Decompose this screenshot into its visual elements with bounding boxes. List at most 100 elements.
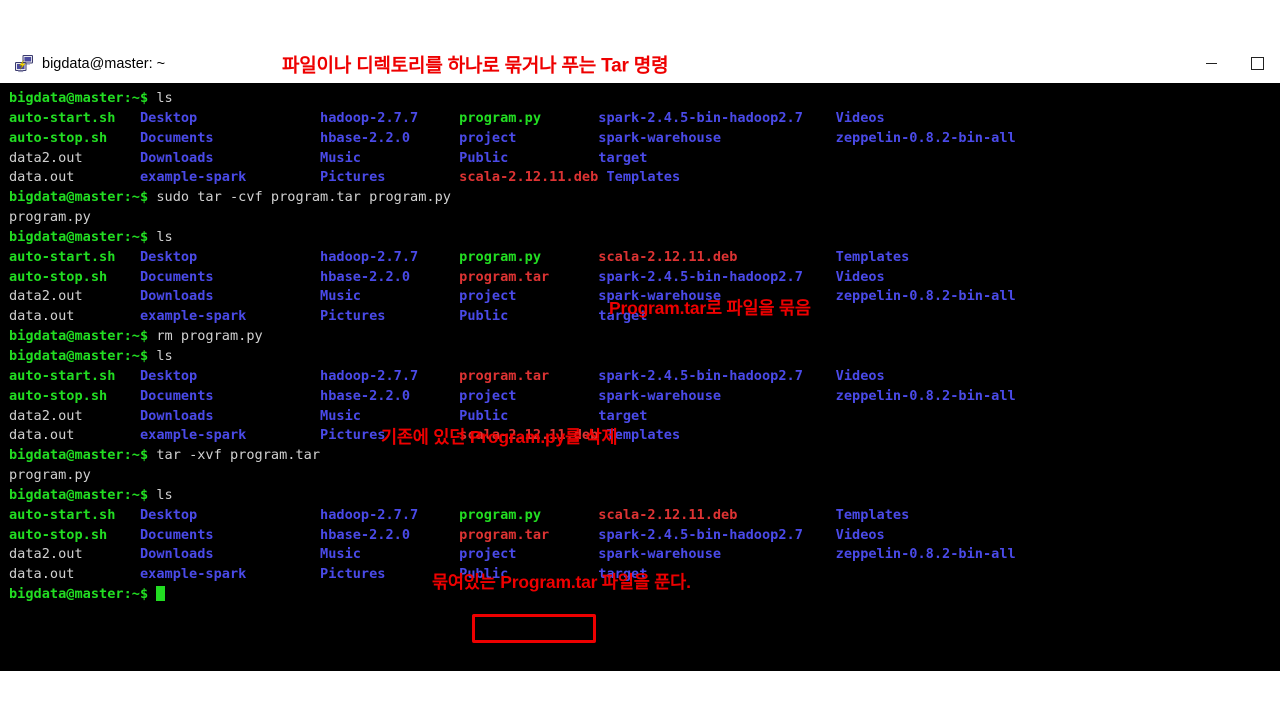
ls-entry: data.out [9, 427, 140, 444]
ls-entry: project [459, 387, 599, 404]
terminal-prompt-line: bigdata@master:~$ rm program.py [9, 327, 1280, 347]
ls-entry: zeppelin-0.8.2-bin-all [835, 387, 1016, 404]
terminal-prompt-line: bigdata@master:~$ ls [9, 89, 1280, 109]
ls-entry: hadoop-2.7.7 [320, 367, 460, 384]
ls-output-row: auto-start.sh Desktop hadoop-2.7.7 progr… [9, 109, 1280, 129]
ls-entry: auto-start.sh [9, 367, 140, 384]
ls-entry: Videos [835, 367, 885, 384]
ls-entry: Documents [139, 129, 321, 146]
ls-entry: spark-2.4.5-bin-hadoop2.7 [598, 109, 836, 126]
ls-entry: data2.out [9, 288, 140, 305]
minimize-button[interactable] [1188, 45, 1234, 82]
terminal-output-line: program.py [9, 466, 1280, 486]
shell-command: ls [156, 90, 173, 106]
ls-entry: spark-warehouse [598, 129, 836, 146]
ls-entry: example-spark [139, 169, 321, 186]
shell-prompt: bigdata@master:~$ [9, 90, 157, 106]
ls-entry: project [459, 129, 599, 146]
terminal-prompt-line: bigdata@master:~$ sudo tar -cvf program.… [9, 188, 1280, 208]
ls-entry: zeppelin-0.8.2-bin-all [835, 546, 1016, 563]
ls-output-row: data2.out Downloads Music project spark-… [9, 545, 1280, 565]
shell-prompt: bigdata@master:~$ [9, 486, 157, 503]
shell-prompt: bigdata@master:~$ [9, 347, 157, 364]
ls-entry: Downloads [139, 288, 321, 305]
ls-output-row: data.out example-spark Pictures scala-2.… [9, 426, 1280, 446]
ls-entry: Videos [835, 268, 885, 285]
ls-entry: hadoop-2.7.7 [320, 109, 460, 126]
ls-entry: Music [320, 407, 460, 424]
ls-entry: auto-stop.sh [9, 387, 140, 404]
ls-entry: zeppelin-0.8.2-bin-all [835, 129, 1016, 146]
ls-entry: hadoop-2.7.7 [320, 506, 460, 523]
ls-output-row: auto-stop.sh Documents hbase-2.2.0 proje… [9, 129, 1280, 149]
shell-prompt: bigdata@master:~$ [9, 447, 157, 464]
ls-output-row: auto-start.sh Desktop hadoop-2.7.7 progr… [9, 506, 1280, 526]
ls-entry: scala-2.12.11.deb [598, 248, 836, 265]
ls-entry: data.out [9, 308, 140, 325]
ls-entry: project [459, 288, 599, 305]
maximize-button[interactable] [1234, 45, 1280, 82]
window-controls [1188, 45, 1280, 82]
terminal-prompt-line: bigdata@master:~$ tar -xvf program.tar [9, 446, 1280, 466]
ls-entry: project [459, 546, 599, 563]
ls-entry: Desktop [139, 109, 321, 126]
ls-entry: Templates [835, 248, 910, 265]
minimize-icon [1205, 63, 1217, 64]
ls-entry: data.out [9, 169, 140, 186]
terminal-output-line: program.py [9, 208, 1280, 228]
ls-entry: Downloads [139, 546, 321, 563]
shell-command: ls [156, 347, 173, 364]
ls-entry: Templates [606, 427, 844, 444]
shell-command: sudo tar -cvf program.tar program.py [156, 189, 451, 206]
ls-entry: program.py [459, 109, 599, 126]
ls-entry: hbase-2.2.0 [320, 387, 460, 404]
ls-entry: Public [459, 149, 599, 166]
ls-entry: scala-2.12.11.deb [598, 506, 836, 523]
ls-entry: hbase-2.2.0 [320, 526, 460, 543]
ls-output-row: data2.out Downloads Music Public target [9, 407, 1280, 427]
ls-entry: Desktop [139, 506, 321, 523]
ls-entry: auto-stop.sh [9, 129, 140, 146]
shell-command: tar -xvf program.tar [156, 447, 321, 464]
terminal-cursor [156, 586, 165, 602]
ls-entry: Pictures [320, 308, 460, 325]
shell-command: ls [156, 228, 173, 245]
ls-entry: Templates [835, 506, 910, 523]
ls-entry: Documents [139, 526, 321, 543]
title-bar: bigdata@master: ~ 파일이나 디렉토리를 하나로 묶거나 푸는 … [0, 45, 1280, 83]
terminal-prompt-line: bigdata@master:~$ ls [9, 486, 1280, 506]
ls-entry: target [598, 407, 836, 424]
ls-output-row: auto-start.sh Desktop hadoop-2.7.7 progr… [9, 248, 1280, 268]
ls-output-row: auto-stop.sh Documents hbase-2.2.0 progr… [9, 268, 1280, 288]
ls-entry: example-spark [139, 566, 321, 583]
output-text: program.py [9, 467, 91, 484]
ls-output-row: auto-stop.sh Documents hbase-2.2.0 proje… [9, 387, 1280, 407]
ls-entry: Downloads [139, 149, 321, 166]
ls-output-row: data.out example-spark Pictures scala-2.… [9, 168, 1280, 188]
terminal-body[interactable]: bigdata@master:~$ ls auto-start.sh Deskto… [0, 83, 1280, 671]
ls-output-row: data2.out Downloads Music Public target [9, 149, 1280, 169]
ls-entry: auto-stop.sh [9, 268, 140, 285]
ls-entry: Desktop [139, 367, 321, 384]
ls-entry: Videos [835, 109, 885, 126]
ls-entry: hadoop-2.7.7 [320, 248, 460, 265]
shell-prompt: bigdata@master:~$ [9, 228, 157, 245]
ls-entry: spark-2.4.5-bin-hadoop2.7 [598, 526, 836, 543]
terminal-prompt-line: bigdata@master:~$ ls [9, 228, 1280, 248]
ls-entry: Public [459, 308, 599, 325]
shell-prompt: bigdata@master:~$ [9, 328, 157, 345]
annotation-archive-extracted: 묶여있는 Program.tar 파일을 푼다. [432, 572, 691, 592]
annotation-archive-created: Program.tar로 파일을 묶음 [609, 298, 811, 318]
ls-entry: hbase-2.2.0 [320, 129, 460, 146]
ls-entry: Music [320, 149, 460, 166]
ls-entry: auto-stop.sh [9, 526, 140, 543]
ls-output-row: auto-stop.sh Documents hbase-2.2.0 progr… [9, 526, 1280, 546]
ls-entry: target [598, 149, 836, 166]
ls-entry: auto-start.sh [9, 248, 140, 265]
output-text: program.py [9, 209, 91, 226]
shell-prompt: bigdata@master:~$ [9, 586, 157, 603]
ls-entry: program.py [459, 248, 599, 265]
ls-entry: hbase-2.2.0 [320, 268, 460, 285]
ls-entry: Desktop [139, 248, 321, 265]
ls-entry: program.py [459, 506, 599, 523]
